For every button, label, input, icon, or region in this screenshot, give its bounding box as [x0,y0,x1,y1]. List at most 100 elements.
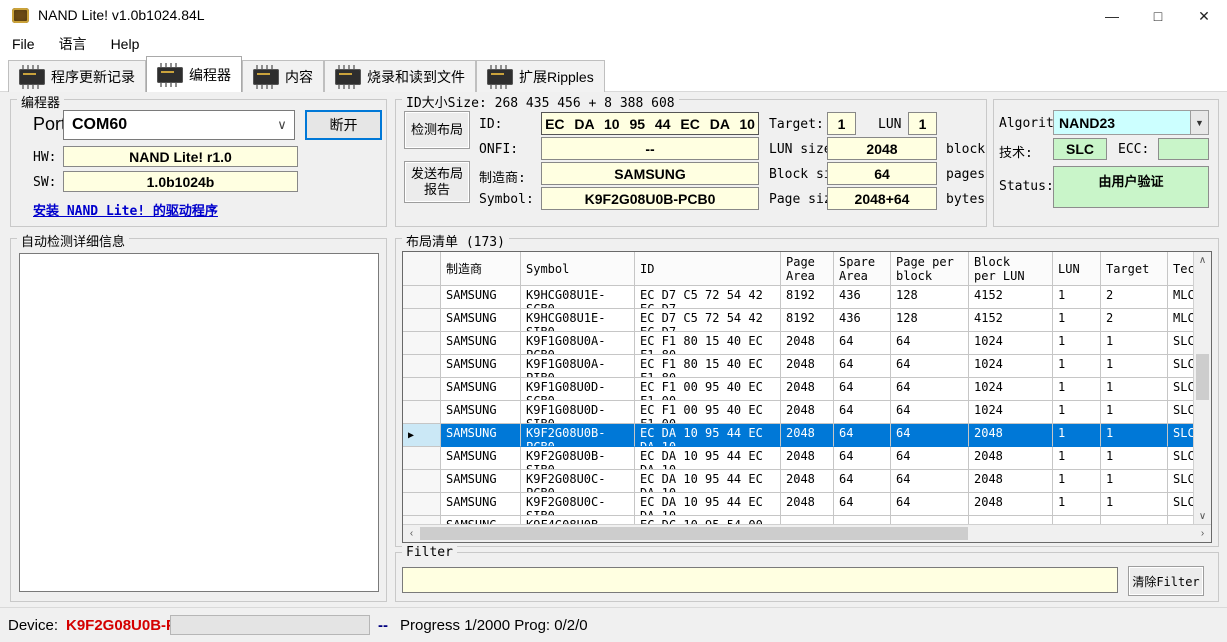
table-cell[interactable]: MLC [1168,309,1194,332]
table-cell[interactable]: 64 [891,378,969,401]
table-cell[interactable]: SLC [1168,355,1194,378]
table-cell[interactable]: EC F1 00 95 40 EC F1 00 [635,401,781,424]
table-cell[interactable]: SAMSUNG [441,447,521,470]
table-cell[interactable]: 1024 [969,355,1053,378]
table-cell[interactable]: 2048 [781,424,834,447]
table-cell[interactable]: EC D7 C5 72 54 42 EC D7 [635,286,781,309]
table-cell[interactable]: 1 [1053,470,1101,493]
table-cell[interactable]: 128 [891,286,969,309]
disconnect-button[interactable]: 断开 [305,110,382,140]
table-cell[interactable]: 2048 [781,378,834,401]
table-cell[interactable]: 1 [1053,447,1101,470]
table-cell[interactable]: SLC [1168,424,1194,447]
table-cell[interactable]: 2048 [969,470,1053,493]
table-cell[interactable]: EC F1 00 95 40 EC F1 00 [635,378,781,401]
table-cell[interactable]: 1 [1101,447,1168,470]
table-cell[interactable]: 1 [1053,401,1101,424]
table-cell[interactable]: 2048 [781,447,834,470]
table-cell[interactable]: 64 [891,447,969,470]
table-cell[interactable]: 128 [891,309,969,332]
table-cell[interactable]: EC F1 80 15 40 EC F1 80 [635,355,781,378]
table-cell[interactable]: 2 [1101,309,1168,332]
table-cell[interactable]: 1 [1101,424,1168,447]
table-cell[interactable]: 64 [891,401,969,424]
table-cell[interactable]: 436 [834,286,891,309]
table-row[interactable]: SAMSUNG K9F2G08U0C-SIB0 EC DA 10 95 44 EC … [403,493,1194,516]
table-cell[interactable]: SLC [1168,401,1194,424]
table-header-cell[interactable]: LUN [1053,252,1101,286]
table-cell[interactable]: K9F2G08U0C-SIB0 [521,493,635,516]
table-cell[interactable]: 8192 [781,286,834,309]
row-selector-cell[interactable] [403,309,441,332]
table-cell[interactable]: 2048 [969,493,1053,516]
table-cell[interactable]: EC F1 80 15 40 EC F1 80 [635,332,781,355]
table-cell[interactable]: SAMSUNG [441,424,521,447]
table-cell[interactable]: EC DA 10 95 44 EC DA 10 [635,493,781,516]
port-combobox[interactable]: COM60 ∨ [63,110,295,140]
table-cell[interactable]: 2048 [969,447,1053,470]
table-row[interactable]: SAMSUNG K9HCG08U1E-SIB0 EC D7 C5 72 54 42 … [403,309,1194,332]
table-cell[interactable]: 1 [1053,355,1101,378]
table-cell[interactable]: 64 [891,355,969,378]
table-cell[interactable]: 2048 [781,470,834,493]
vertical-scroll-thumb[interactable] [1196,354,1209,400]
algorithm-combobox[interactable]: NAND23 ▼ [1053,110,1209,135]
table-cell[interactable]: SAMSUNG [441,309,521,332]
horizontal-scrollbar[interactable]: ‹ › [403,524,1211,542]
table-cell[interactable]: SLC [1168,332,1194,355]
table-cell[interactable]: SAMSUNG [441,355,521,378]
row-selector-cell[interactable] [403,378,441,401]
row-selector-cell[interactable] [403,493,441,516]
menu-item-2[interactable]: Help [99,32,152,57]
table-cell[interactable]: 1024 [969,378,1053,401]
table-row[interactable]: ▶ SAMSUNG K9F2G08U0B-PCB0 EC DA 10 95 44 EC… [403,424,1194,447]
table-cell[interactable]: K9F1G08U0D-SCB0 [521,378,635,401]
menu-item-1[interactable]: 语言 [47,32,99,57]
menu-item-0[interactable]: File [0,32,47,57]
table-row[interactable]: SAMSUNG K9F1G08U0A-PCB0 EC F1 80 15 40 EC … [403,332,1194,355]
scroll-left-icon[interactable]: ‹ [403,525,420,542]
table-row[interactable]: SAMSUNG K9F2G08U0B-SIB0 EC DA 10 95 44 EC … [403,447,1194,470]
table-cell[interactable]: SAMSUNG [441,378,521,401]
table-cell[interactable]: 1 [1101,493,1168,516]
horizontal-scroll-thumb[interactable] [420,527,968,540]
table-cell[interactable]: 1 [1053,286,1101,309]
table-cell[interactable]: SAMSUNG [441,401,521,424]
table-cell[interactable]: K9HCG08U1E-SIB0 [521,309,635,332]
table-cell[interactable]: 64 [891,332,969,355]
table-cell[interactable]: K9F2G08U0B-PCB0 [521,424,635,447]
row-selector-cell[interactable] [403,355,441,378]
table-cell[interactable]: 1 [1101,401,1168,424]
table-row[interactable]: SAMSUNG K9HCG08U1E-SCB0 EC D7 C5 72 54 42 … [403,286,1194,309]
table-row[interactable]: SAMSUNG K9F1G08U0A-PIB0 EC F1 80 15 40 EC … [403,355,1194,378]
table-cell[interactable]: 64 [891,424,969,447]
table-cell[interactable]: 1 [1053,424,1101,447]
table-cell[interactable]: SAMSUNG [441,493,521,516]
table-cell[interactable]: 1 [1101,332,1168,355]
table-cell[interactable]: K9F1G08U0A-PIB0 [521,355,635,378]
table-cell[interactable]: 64 [834,493,891,516]
table-cell[interactable]: 64 [834,355,891,378]
table-cell[interactable]: 8192 [781,309,834,332]
table-cell[interactable]: 1 [1053,332,1101,355]
table-cell[interactable]: 1 [1101,378,1168,401]
table-cell[interactable]: 2048 [781,355,834,378]
table-cell[interactable]: 2048 [781,401,834,424]
table-cell[interactable]: EC D7 C5 72 54 42 EC D7 [635,309,781,332]
table-cell[interactable]: 1 [1053,378,1101,401]
table-cell[interactable]: 2048 [781,493,834,516]
table-header-cell[interactable]: Block per LUN [969,252,1053,286]
table-header-cell[interactable]: Page Area [781,252,834,286]
detect-info-textarea[interactable] [19,253,379,592]
tab-2[interactable]: 内容 [242,60,324,92]
table-cell[interactable]: 64 [834,332,891,355]
table-header-cell[interactable]: Tech [1168,252,1194,286]
minimize-button[interactable]: — [1089,0,1135,32]
maximize-button[interactable]: □ [1135,0,1181,32]
filter-input[interactable] [402,567,1118,593]
table-cell[interactable]: 1 [1101,470,1168,493]
scroll-down-icon[interactable]: ∨ [1194,508,1211,525]
row-selector-cell[interactable] [403,332,441,355]
table-cell[interactable]: EC DA 10 95 44 EC DA 10 [635,424,781,447]
table-row[interactable]: SAMSUNG K9F2G08U0C-PCB0 EC DA 10 95 44 EC … [403,470,1194,493]
